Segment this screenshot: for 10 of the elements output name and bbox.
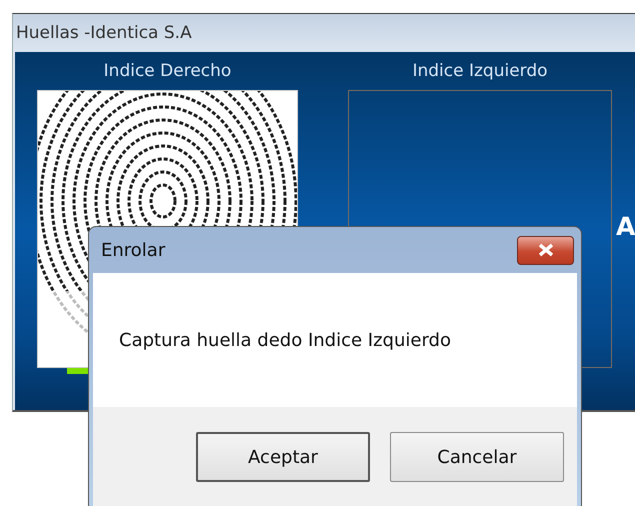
dialog-title: Enrolar bbox=[101, 240, 166, 260]
finger-label: Indice Izquierdo bbox=[412, 60, 548, 83]
dialog-message: Captura huella dedo Indice Izquierdo bbox=[119, 330, 451, 350]
dialog-button[interactable]: Aceptar bbox=[196, 432, 370, 482]
close-button[interactable] bbox=[517, 236, 574, 264]
dialog-button[interactable]: Cancelar bbox=[390, 432, 564, 482]
finger-label: Indice Derecho bbox=[104, 60, 232, 83]
logo-text: A bbox=[616, 212, 635, 241]
close-icon bbox=[536, 243, 554, 257]
window-title: Huellas -Identica S.A bbox=[16, 23, 192, 43]
